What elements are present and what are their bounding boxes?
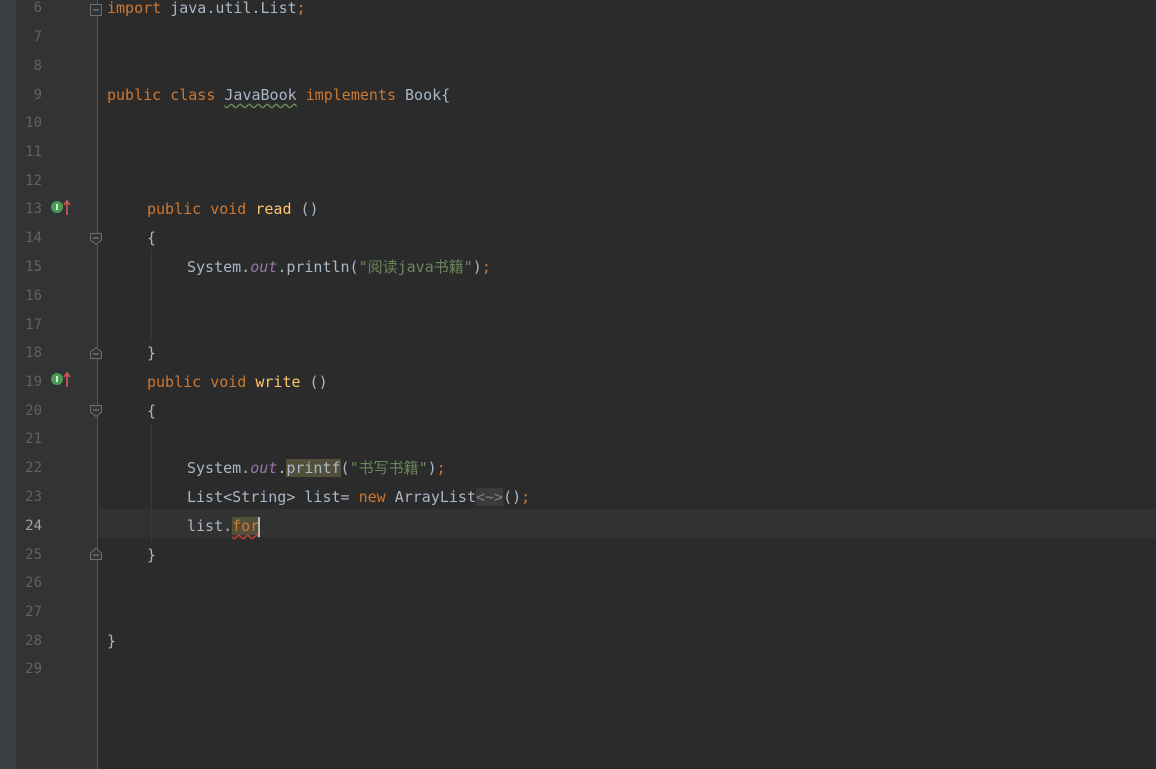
code-text: () [300,373,328,391]
keyword: public void [147,373,247,391]
brace: { [147,229,157,247]
semicolon: ; [296,0,306,17]
line-number: 23 [25,489,42,505]
static-field: out [250,258,278,276]
line-number-current: 24 [25,518,42,534]
code-editor[interactable]: 6 7 8 9 10 11 12 13 14 15 16 17 18 19 20… [0,0,1156,769]
line-number: 12 [25,173,42,189]
line-number: 10 [25,115,42,131]
line-number: 17 [25,317,42,333]
line-number: 28 [25,633,42,649]
class-name: JavaBook [224,86,297,104]
string-literal: "阅读java书籍" [358,258,473,276]
code-text: ArrayList [385,488,476,506]
code-line-28[interactable]: } [107,627,116,656]
code-line-9[interactable]: public class JavaBook implements Book{ [107,81,450,110]
semicolon: ; [436,459,446,477]
code-text: ) [427,459,437,477]
indent-guide [151,424,152,542]
diamond-operator: <~> [476,488,504,506]
line-number: 8 [33,58,42,74]
line-number: 7 [33,29,42,45]
text-caret [258,516,261,537]
code-line-23[interactable]: List<String> list= new ArrayList<~>(); [187,483,530,512]
fold-end-icon[interactable] [90,546,102,560]
highlighted-method-call: printf [286,459,341,477]
line-number: 26 [25,575,42,591]
keyword: import [107,0,162,17]
line-number: 13 [25,201,42,217]
fold-collapse-icon[interactable] [90,2,102,16]
code-text: System. [187,258,251,276]
code-line-14[interactable]: { [147,224,156,253]
line-number: 21 [25,431,42,447]
semicolon: ; [481,258,491,276]
keyword: new [358,488,386,506]
line-number: 14 [25,230,42,246]
code-text: List<String> list= [187,488,359,506]
line-number: 19 [25,374,42,390]
code-text: () [291,200,319,218]
keyword: public void [147,200,247,218]
keyword: implements [305,86,396,104]
svg-text:I: I [56,375,59,384]
code-line-6[interactable]: import java.util.List; [107,0,306,23]
line-number: 18 [25,345,42,361]
brace: } [147,546,157,564]
code-line-24[interactable]: list.for [187,512,261,541]
fold-collapse-icon[interactable] [90,231,102,246]
code-text: ) [472,258,482,276]
brace: } [147,344,157,362]
fold-collapse-icon[interactable] [90,403,102,418]
code-line-25[interactable]: } [147,541,156,570]
implements-method-icon[interactable]: I [50,371,72,389]
semicolon: ; [521,488,531,506]
code-line-22[interactable]: System.out.printf("书写书籍"); [187,454,446,483]
line-number: 15 [25,259,42,275]
code-line-19[interactable]: public void write () [147,368,328,397]
method-name: write [255,373,301,391]
string-literal: "书写书籍" [349,459,428,477]
svg-text:I: I [56,203,59,212]
code-text: list. [187,517,233,535]
code-line-13[interactable]: public void read () [147,195,319,224]
line-number: 25 [25,547,42,563]
line-number: 22 [25,460,42,476]
code-text: ( [340,459,350,477]
code-text: () [503,488,522,506]
code-line-18[interactable]: } [147,339,156,368]
code-text: System. [187,459,251,477]
code-text: java.util.List [161,0,297,17]
fold-end-icon[interactable] [90,345,102,359]
code-line-15[interactable]: System.out.println("阅读java书籍"); [187,253,491,282]
code-text: .println( [277,258,359,276]
method-name: read [255,200,292,218]
line-number: 20 [25,403,42,419]
line-number: 6 [33,0,42,16]
unresolved-reference: for [232,517,260,535]
line-number: 11 [25,144,42,160]
line-number: 27 [25,604,42,620]
line-number: 29 [25,661,42,677]
code-text: . [277,459,287,477]
code-text: Book{ [396,86,451,104]
indent-guide [151,250,152,340]
brace: { [147,402,157,420]
gutter-divider [97,0,98,769]
static-field: out [250,459,278,477]
implements-method-icon[interactable]: I [50,199,72,217]
line-number: 16 [25,288,42,304]
code-line-20[interactable]: { [147,397,156,426]
brace: } [107,632,117,650]
line-number: 9 [33,87,42,103]
keyword: public class [107,86,216,104]
tool-window-strip [0,0,16,769]
